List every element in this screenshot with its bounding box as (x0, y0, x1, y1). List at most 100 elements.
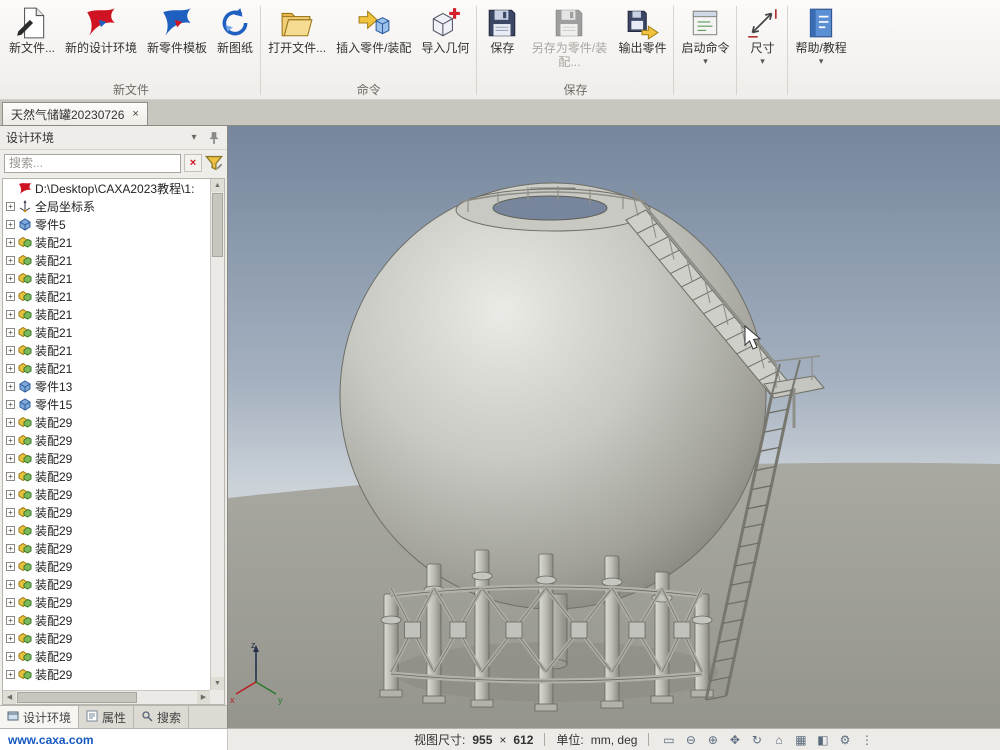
horizontal-scroll-thumb[interactable] (17, 692, 137, 703)
expand-plus-icon[interactable]: + (6, 346, 15, 355)
expand-plus-icon[interactable]: + (6, 382, 15, 391)
tree-item[interactable]: +装配21 (3, 341, 210, 359)
tree-item[interactable]: +装配29 (3, 665, 210, 683)
pan-icon[interactable]: ✥ (726, 732, 743, 748)
settings-icon[interactable]: ⚙ (836, 732, 853, 748)
tree-item[interactable]: +装配21 (3, 323, 210, 341)
expand-plus-icon[interactable]: + (6, 472, 15, 481)
tree-item[interactable]: +装配21 (3, 359, 210, 377)
sidebar-tab-env[interactable]: 设计环境 (0, 706, 79, 728)
pin-icon[interactable] (207, 131, 221, 145)
rotate-view-icon[interactable]: ↻ (748, 732, 765, 748)
tree-item[interactable]: +装配29 (3, 611, 210, 629)
import-geometry-button[interactable]: 导入几何 (416, 2, 474, 56)
expand-plus-icon[interactable]: + (6, 364, 15, 373)
expand-plus-icon[interactable]: + (6, 526, 15, 535)
tree-item[interactable]: +装配29 (3, 431, 210, 449)
tree-item[interactable]: +装配29 (3, 503, 210, 521)
tree-item[interactable]: +装配29 (3, 467, 210, 485)
zoom-out-icon[interactable]: ⊖ (682, 732, 699, 748)
tree-item[interactable]: +装配29 (3, 557, 210, 575)
tree-item[interactable]: +装配29 (3, 575, 210, 593)
expand-plus-icon[interactable]: + (6, 616, 15, 625)
search-clear-icon[interactable]: × (184, 154, 202, 172)
expand-plus-icon[interactable]: + (6, 274, 15, 283)
tree-item[interactable]: +装配29 (3, 593, 210, 611)
toolbar-button-label: 插入零件/装配 (336, 42, 411, 56)
tree-item[interactable]: +装配29 (3, 413, 210, 431)
viewport-3d[interactable]: z x y (228, 126, 1000, 728)
expand-plus-icon[interactable]: + (6, 652, 15, 661)
expand-plus-icon[interactable]: + (6, 580, 15, 589)
view-window-icon[interactable]: ▭ (660, 732, 677, 748)
tree-vertical-scrollbar[interactable]: ▲ ▼ (210, 179, 224, 690)
expand-plus-icon[interactable]: + (6, 436, 15, 445)
toolbar-group-separator (673, 6, 674, 95)
document-tab[interactable]: 天然气储罐20230726 × (2, 102, 148, 125)
close-tab-icon[interactable]: × (132, 108, 138, 120)
expand-plus-icon[interactable]: + (6, 400, 15, 409)
tree-item[interactable]: +装配21 (3, 251, 210, 269)
vertical-scroll-thumb[interactable] (212, 193, 223, 257)
tree-item[interactable]: +装配29 (3, 539, 210, 557)
expand-plus-icon[interactable]: + (6, 418, 15, 427)
filter-funnel-icon[interactable] (205, 154, 223, 172)
save-button[interactable]: 保存 (479, 2, 525, 56)
scroll-right-icon[interactable]: ▶ (197, 691, 210, 704)
search-input[interactable] (4, 154, 181, 173)
expand-plus-icon[interactable]: + (6, 328, 15, 337)
export-part-button[interactable]: 输出零件 (613, 2, 671, 56)
expand-plus-icon[interactable]: + (6, 310, 15, 319)
launch-command-button[interactable]: 启动命令▾ (676, 2, 734, 66)
expand-plus-icon[interactable]: + (6, 562, 15, 571)
new-part-template-button[interactable]: 新零件模板 (142, 2, 212, 56)
more-icon[interactable]: ⋮ (858, 732, 875, 748)
scroll-up-icon[interactable]: ▲ (211, 179, 224, 192)
help-tutorial-button[interactable]: 帮助/教程▾ (790, 2, 851, 66)
new-file-button[interactable]: 新文件... (4, 2, 60, 56)
caxa-link[interactable]: www.caxa.com (8, 733, 94, 747)
sidebar-tab-search[interactable]: 搜索 (134, 706, 189, 728)
expand-plus-icon[interactable]: + (6, 598, 15, 607)
tree-item[interactable]: +装配29 (3, 647, 210, 665)
scroll-left-icon[interactable]: ◀ (3, 691, 16, 704)
scroll-down-icon[interactable]: ▼ (211, 677, 224, 690)
zoom-in-icon[interactable]: ⊕ (704, 732, 721, 748)
dimension-button[interactable]: 尺寸▾ (739, 2, 785, 66)
chevron-down-icon[interactable]: ▾ (187, 131, 201, 145)
expand-plus-icon[interactable]: + (6, 670, 15, 679)
expand-plus-icon[interactable]: + (6, 292, 15, 301)
shade-mode-icon[interactable]: ◧ (814, 732, 831, 748)
tree-item[interactable]: +零件13 (3, 377, 210, 395)
tank-sphere[interactable] (340, 183, 766, 609)
new-drawing-button[interactable]: 新图纸 (212, 2, 258, 56)
sidebar-tab-props[interactable]: 属性 (79, 706, 134, 728)
tree-item[interactable]: +零件15 (3, 395, 210, 413)
expand-plus-icon[interactable]: + (6, 202, 15, 211)
expand-plus-icon[interactable]: + (6, 634, 15, 643)
expand-plus-icon[interactable]: + (6, 508, 15, 517)
grid-icon[interactable]: ▦ (792, 732, 809, 748)
tree-item[interactable]: +装配21 (3, 233, 210, 251)
tree-item[interactable]: +装配21 (3, 305, 210, 323)
tree-item[interactable]: +装配21 (3, 287, 210, 305)
open-file-button[interactable]: 打开文件... (263, 2, 331, 56)
tree-item[interactable]: +零件5 (3, 215, 210, 233)
tree-item[interactable]: +装配29 (3, 521, 210, 539)
tree-item[interactable]: +装配21 (3, 269, 210, 287)
tree-horizontal-scrollbar[interactable]: ◀ ▶ (3, 690, 210, 704)
tree-item[interactable]: +全局坐标系 (3, 197, 210, 215)
tree-item[interactable]: +装配29 (3, 485, 210, 503)
tree-item[interactable]: +装配29 (3, 629, 210, 647)
expand-plus-icon[interactable]: + (6, 454, 15, 463)
insert-part-assembly-button[interactable]: 插入零件/装配 (331, 2, 416, 56)
home-view-icon[interactable]: ⌂ (770, 732, 787, 748)
expand-plus-icon[interactable]: + (6, 256, 15, 265)
new-design-env-button[interactable]: 新的设计环境 (60, 2, 142, 56)
tree-item[interactable]: D:\Desktop\CAXA2023教程\1: (3, 179, 210, 197)
expand-plus-icon[interactable]: + (6, 544, 15, 553)
expand-plus-icon[interactable]: + (6, 490, 15, 499)
tree-item[interactable]: +装配29 (3, 449, 210, 467)
expand-plus-icon[interactable]: + (6, 220, 15, 229)
expand-plus-icon[interactable]: + (6, 238, 15, 247)
